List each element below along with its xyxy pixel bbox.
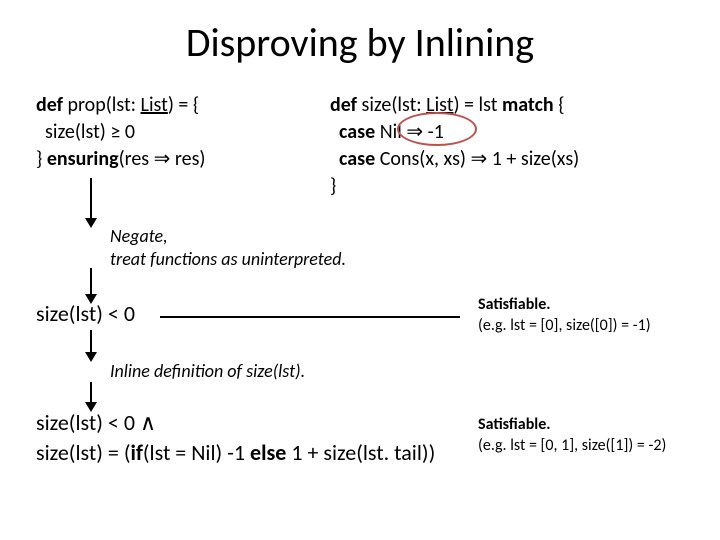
type-list: List [426,93,453,117]
text: ) = { [168,93,199,117]
text: treat functions as uninterpreted. [110,248,346,271]
code-line: } [330,173,579,200]
text: size(lst) = ( [36,439,131,466]
type-list: List [141,93,168,117]
kw-def: def [36,93,63,117]
sat-body: (e.g. lst = [0], size([0]) = -1) [478,316,651,337]
arrow-vertical [90,178,92,220]
code-line: size(lst) ≥ 0 [36,119,205,146]
text: 1 + size(lst. tail)) [286,439,435,466]
slide: Disproving by Inlining def prop(lst: Lis… [0,0,720,540]
arrow-vertical [90,330,92,354]
kw-else: else [250,439,286,466]
code-line: size(lst) < 0 ∧ [36,408,435,438]
arrow-vertical [90,268,92,296]
text: Nil ⇒ -1 [375,120,444,144]
kw-match: match [502,93,554,117]
code-line: case Cons(x, xs) ⇒ 1 + size(xs) [330,146,579,173]
text: { [554,93,565,117]
code-left-block: def prop(lst: List) = { size(lst) ≥ 0 } … [36,92,205,173]
code-line: } ensuring(res ⇒ res) [36,146,205,173]
kw-def: def [330,93,357,117]
formula-negated: size(lst) < 0 [36,300,135,327]
note-negate: Negate, treat functions as uninterpreted… [110,225,346,270]
formula-inlined: size(lst) < 0 ∧ size(lst) = (if(lst = Ni… [36,408,435,467]
text: (res ⇒ res) [119,147,206,171]
code-line: size(lst) = (if(lst = Nil) -1 else 1 + s… [36,438,435,468]
arrow-vertical [90,382,92,404]
sat-body: (e.g. lst = [0, 1], size([1]) = -2) [478,436,666,457]
arrow-head-icon [85,218,97,228]
sat-head: Satisfiable. [478,415,551,434]
kw-ensuring: ensuring [47,147,119,171]
kw-case: case [330,147,375,171]
arrow-head-icon [85,352,97,362]
kw-if: if [131,439,143,466]
text: prop(lst: [63,93,141,117]
slide-title: Disproving by Inlining [0,18,720,67]
text: } [36,147,47,171]
text: ) = lst [453,93,501,117]
kw-case: case [330,120,375,144]
code-line: def prop(lst: List) = { [36,92,205,119]
text: Negate, [110,225,346,248]
text: Cons(x, xs) ⇒ 1 + size(xs) [375,147,579,171]
text: size(lst: [357,93,426,117]
code-line: def size(lst: List) = lst match { [330,92,579,119]
text: (lst = Nil) -1 [143,439,250,466]
horizontal-line [160,316,460,318]
and-symbol: ∧ [140,410,156,435]
sat-result-1: Satisfiable. (e.g. lst = [0], size([0]) … [478,295,651,337]
sat-result-2: Satisfiable. (e.g. lst = [0, 1], size([1… [478,415,666,457]
note-inline: Inline definition of size(lst). [110,360,305,382]
code-line: case Nil ⇒ -1 [330,119,579,146]
sat-head: Satisfiable. [478,295,551,314]
text: size(lst) < 0 [36,409,140,436]
code-right-block: def size(lst: List) = lst match { case N… [330,92,579,200]
